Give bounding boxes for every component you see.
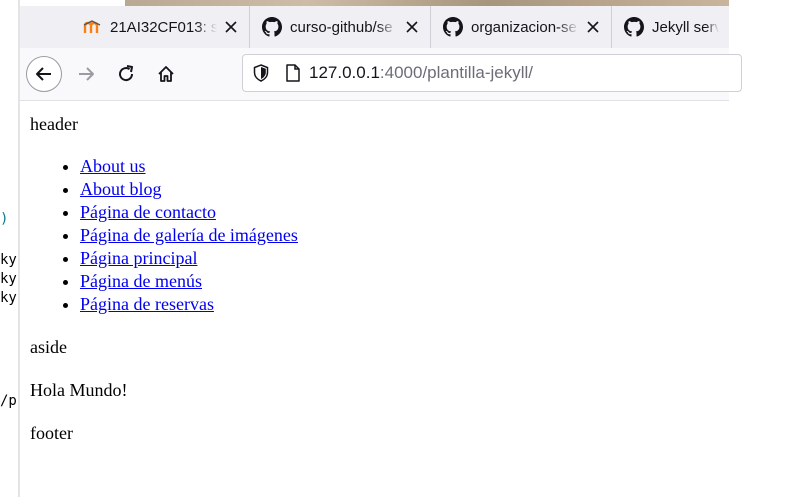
tab-organizacion[interactable]: organizacion-se (431, 6, 612, 48)
address-bar[interactable]: 127.0.0.1:4000/plantilla-jekyll/ (242, 54, 742, 92)
forward-button[interactable] (70, 58, 102, 90)
tab-curso-github[interactable]: curso-github/se (250, 6, 431, 48)
arrow-left-icon (36, 67, 51, 81)
page-icon[interactable] (285, 63, 301, 83)
nav-link-principal[interactable]: Página principal (80, 248, 197, 268)
terminal-fragment: /p (0, 393, 17, 409)
reload-button[interactable] (110, 58, 142, 90)
home-icon (158, 66, 174, 82)
list-item: Página de menús (80, 270, 298, 293)
github-icon (624, 17, 644, 37)
reload-icon (119, 65, 134, 82)
terminal-fragment: ky (0, 271, 17, 287)
footer-text: footer (30, 423, 73, 443)
close-icon[interactable] (223, 19, 239, 35)
arrow-right-icon (79, 67, 94, 81)
list-item: Página principal (80, 247, 298, 270)
nav-link-about-blog[interactable]: About blog (80, 179, 162, 199)
url-path: :4000/plantilla-jekyll/ (379, 63, 533, 82)
tab-title: 21AI32CF013: se (110, 18, 217, 36)
tab-title: curso-github/se (290, 18, 393, 36)
url-text[interactable]: 127.0.0.1:4000/plantilla-jekyll/ (309, 63, 533, 83)
list-item: Página de reservas (80, 293, 298, 316)
navigation-toolbar: 127.0.0.1:4000/plantilla-jekyll/ (20, 48, 742, 101)
home-button[interactable] (150, 58, 182, 90)
shield-icon[interactable] (251, 63, 271, 83)
main-text: Hola Mundo! (30, 380, 128, 400)
aside-text: aside (30, 337, 67, 357)
header-text: header (30, 114, 78, 134)
terminal-fragment: ky (0, 290, 17, 306)
tab-title: organizacion-se (471, 18, 577, 36)
nav-link-about-us[interactable]: About us (80, 156, 146, 176)
nav-link-contacto[interactable]: Página de contacto (80, 202, 216, 222)
list-item: About us (80, 155, 298, 178)
nav-link-menus[interactable]: Página de menús (80, 271, 202, 291)
tab-bar: 21AI32CF013: se curso-github/se organiza… (20, 6, 729, 48)
back-button[interactable] (26, 56, 62, 92)
tab-moodle[interactable]: 21AI32CF013: se (70, 6, 250, 48)
terminal-fragment: ) (0, 211, 9, 227)
tab-jekyll-serve[interactable]: Jekyll serve (612, 6, 729, 48)
github-icon (443, 17, 463, 37)
list-item: Página de contacto (80, 201, 298, 224)
background-terminal: ) ky ky ky /p (0, 0, 20, 497)
github-icon (262, 17, 282, 37)
close-icon[interactable] (404, 19, 420, 35)
nav-list: About us About blog Página de contacto P… (30, 155, 298, 316)
tab-title: Jekyll serve (652, 18, 719, 36)
list-item: Página de galería de imágenes (80, 224, 298, 247)
url-host: 127.0.0.1 (309, 63, 380, 82)
list-item: About blog (80, 178, 298, 201)
close-icon[interactable] (585, 19, 601, 35)
nav-link-galeria[interactable]: Página de galería de imágenes (80, 225, 298, 245)
terminal-fragment: ky (0, 252, 17, 268)
nav-link-reservas[interactable]: Página de reservas (80, 294, 214, 314)
page-content: header About us About blog Página de con… (20, 101, 729, 497)
moodle-icon (82, 17, 102, 37)
